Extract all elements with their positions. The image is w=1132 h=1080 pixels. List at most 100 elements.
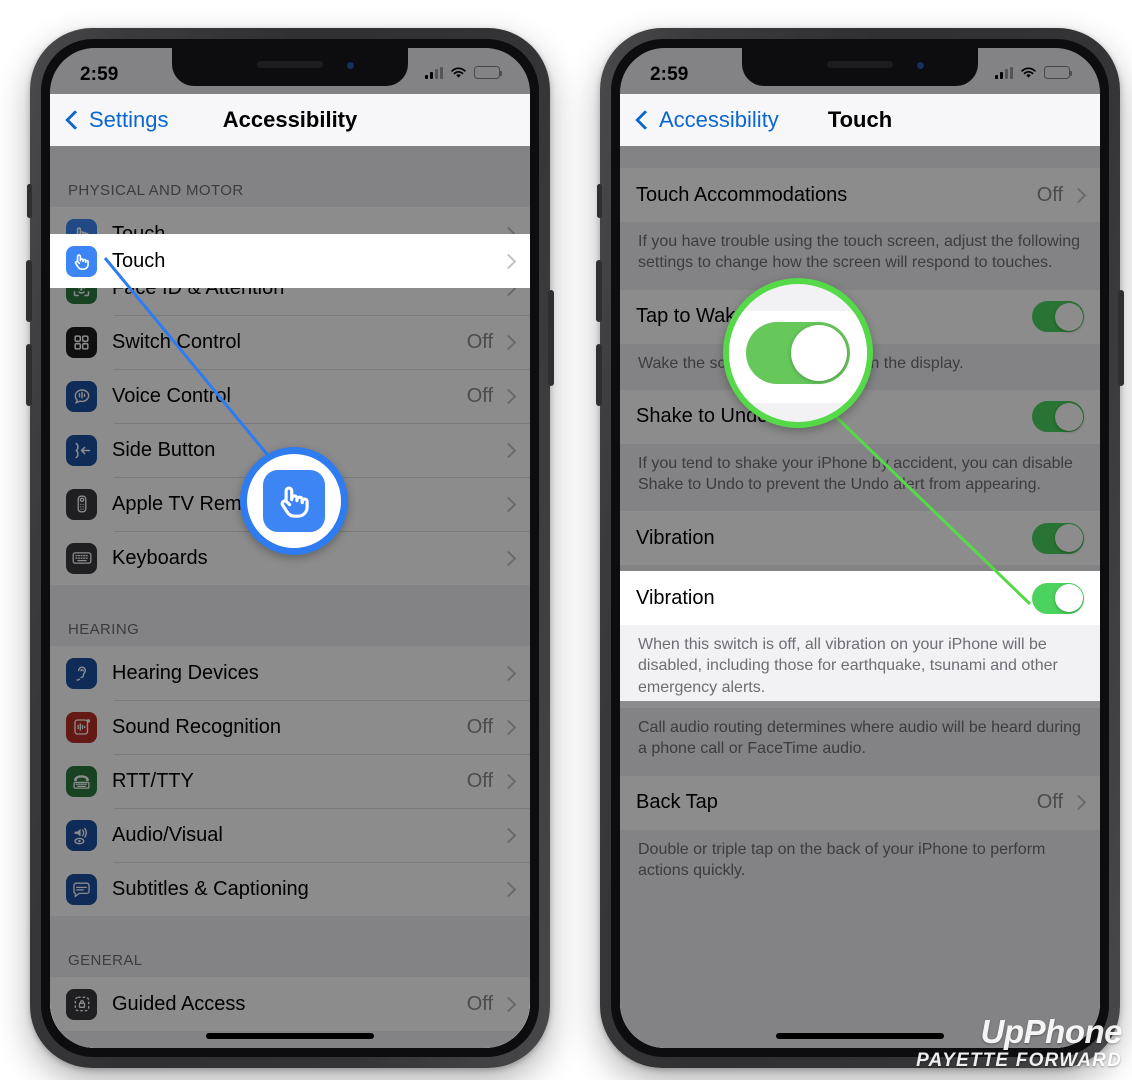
list-item-voice-control[interactable]: Voice Control Off xyxy=(50,369,530,423)
toggle-tap-to-wake[interactable] xyxy=(1032,301,1084,333)
back-button-label: Accessibility xyxy=(659,107,779,132)
group-back-tap: Back Tap Off xyxy=(620,775,1100,830)
list-item-label: Audio/Visual xyxy=(112,823,223,846)
volume-up-button[interactable] xyxy=(596,260,602,322)
list-item-label: Touch Accommodations xyxy=(636,183,848,206)
list-item-sound-recognition[interactable]: Sound Recognition Off xyxy=(50,700,530,754)
side-power-button[interactable] xyxy=(1118,290,1124,386)
hearing-devices-icon xyxy=(66,657,97,689)
chevron-right-icon xyxy=(500,773,517,789)
list-item-label: Sound Recognition xyxy=(112,715,282,738)
earpiece-speaker xyxy=(257,61,323,68)
list-item-back-tap[interactable]: Back Tap Off xyxy=(620,775,1100,830)
watermark: UpPhone PAYETTE FORWARD xyxy=(916,1015,1122,1074)
list-item-vibration[interactable]: Vibration xyxy=(620,511,1100,566)
front-camera xyxy=(345,60,356,71)
watermark-tagline: PAYETTE FORWARD xyxy=(916,1050,1122,1072)
highlight-touch-row[interactable]: Touch xyxy=(50,234,530,288)
audio-visual-icon xyxy=(66,819,97,851)
chevron-right-icon xyxy=(500,665,517,681)
chevron-right-icon xyxy=(500,496,517,512)
chevron-right-icon xyxy=(1070,187,1087,203)
device-notch xyxy=(742,48,978,86)
highlight-vibration-block[interactable]: Vibration When this switch is off, all v… xyxy=(620,571,1100,701)
chevron-right-icon xyxy=(500,827,517,843)
toggle-vibration-magnified xyxy=(746,322,850,384)
earpiece-speaker xyxy=(827,61,893,68)
footnote-touch-accommodations: If you have trouble using the touch scre… xyxy=(620,222,1100,290)
toggle-shake-to-undo[interactable] xyxy=(1032,401,1084,433)
home-indicator[interactable] xyxy=(206,1033,374,1039)
mute-switch[interactable] xyxy=(27,184,32,218)
footnote-back-tap: Double or triple tap on the back of your… xyxy=(620,829,1100,898)
list-item-label: Voice Control xyxy=(112,384,231,407)
list-item-label: Back Tap xyxy=(636,791,718,814)
list-item-label: RTT/TTY xyxy=(112,769,194,792)
chevron-right-icon xyxy=(1070,794,1087,811)
list-item-touch-highlighted[interactable]: Touch xyxy=(50,234,530,288)
toggle-knob xyxy=(1054,402,1083,431)
list-item-value: Off xyxy=(466,992,493,1015)
wifi-icon xyxy=(450,66,467,79)
toggle-vibration-highlighted[interactable] xyxy=(1032,582,1084,614)
toggle-knob xyxy=(1054,584,1083,612)
switch-control-icon xyxy=(66,326,97,358)
chevron-right-icon xyxy=(500,881,517,897)
volume-down-button[interactable] xyxy=(26,344,32,406)
list-item-hearing-devices[interactable]: Hearing Devices xyxy=(50,646,530,700)
side-power-button[interactable] xyxy=(548,290,554,386)
list-item-switch-control[interactable]: Switch Control Off xyxy=(50,315,530,369)
volume-up-button[interactable] xyxy=(26,260,32,322)
list-item-subtitles-captioning[interactable]: Subtitles & Captioning xyxy=(50,862,530,916)
volume-down-button[interactable] xyxy=(596,344,602,406)
group-vibration: Vibration xyxy=(620,511,1100,566)
list-item-label: Vibration xyxy=(636,586,715,609)
chevron-right-icon xyxy=(500,253,517,269)
group-touch-accommodations: Touch Accommodations Off xyxy=(620,168,1100,222)
signal-bars-icon xyxy=(995,66,1013,79)
footnote-call-audio-routing: Call audio routing determines where audi… xyxy=(620,708,1100,776)
list-item-guided-access[interactable]: Guided Access Off xyxy=(50,977,530,1031)
back-button-accessibility[interactable]: Accessibility xyxy=(635,107,779,133)
list-item-value: Off xyxy=(466,384,493,407)
side-button-icon xyxy=(66,434,97,466)
list-item-value: Off xyxy=(1036,183,1063,206)
nav-bar-touch: Accessibility Touch xyxy=(620,94,1100,146)
list-item-label: Touch xyxy=(112,249,166,272)
back-button-settings[interactable]: Settings xyxy=(65,107,169,133)
device-notch xyxy=(172,48,408,86)
chevron-right-icon xyxy=(500,550,517,566)
list-item-label: Subtitles & Captioning xyxy=(112,877,309,900)
footnote-vibration-highlighted: When this switch is off, all vibration o… xyxy=(620,625,1100,701)
battery-full-icon xyxy=(1044,66,1073,79)
mute-switch[interactable] xyxy=(597,184,602,218)
list-item-value: Off xyxy=(466,330,493,353)
section-rows-general: Guided Access Off xyxy=(50,977,530,1031)
device-bezel: Touch Accommodations Off If you have tro… xyxy=(611,39,1109,1057)
group-vibration-highlighted: Vibration xyxy=(620,571,1100,625)
callout-bubble-vibration-toggle xyxy=(723,278,873,428)
toggle-vibration[interactable] xyxy=(1032,522,1084,554)
signal-bars-icon xyxy=(425,66,443,79)
watermark-brand: UpPhone xyxy=(980,1013,1123,1051)
guided-access-icon xyxy=(66,988,97,1020)
list-item-touch-accommodations[interactable]: Touch Accommodations Off xyxy=(620,168,1100,222)
touch-icon xyxy=(66,245,97,277)
iphone-device-touch: Touch Accommodations Off If you have tro… xyxy=(596,28,1124,1068)
status-indicators xyxy=(995,66,1073,79)
list-item-vibration-highlighted[interactable]: Vibration xyxy=(620,571,1100,625)
toggle-knob xyxy=(1054,302,1083,331)
chevron-right-icon xyxy=(500,996,517,1012)
chevron-right-icon xyxy=(500,334,517,350)
keyboard-icon xyxy=(66,542,97,574)
list-item-label: Hearing Devices xyxy=(112,661,259,684)
touch-icon-magnified xyxy=(263,470,325,532)
device-screen-touch: Touch Accommodations Off If you have tro… xyxy=(620,48,1100,1048)
list-item-rtt-tty[interactable]: RTT/TTY Off xyxy=(50,754,530,808)
list-item-audio-visual[interactable]: Audio/Visual xyxy=(50,808,530,862)
section-header-general: GENERAL xyxy=(50,952,530,977)
list-item-label: Switch Control xyxy=(112,330,241,353)
toggle-knob xyxy=(791,325,847,381)
chevron-left-icon xyxy=(65,110,85,130)
chevron-left-icon xyxy=(635,110,655,130)
